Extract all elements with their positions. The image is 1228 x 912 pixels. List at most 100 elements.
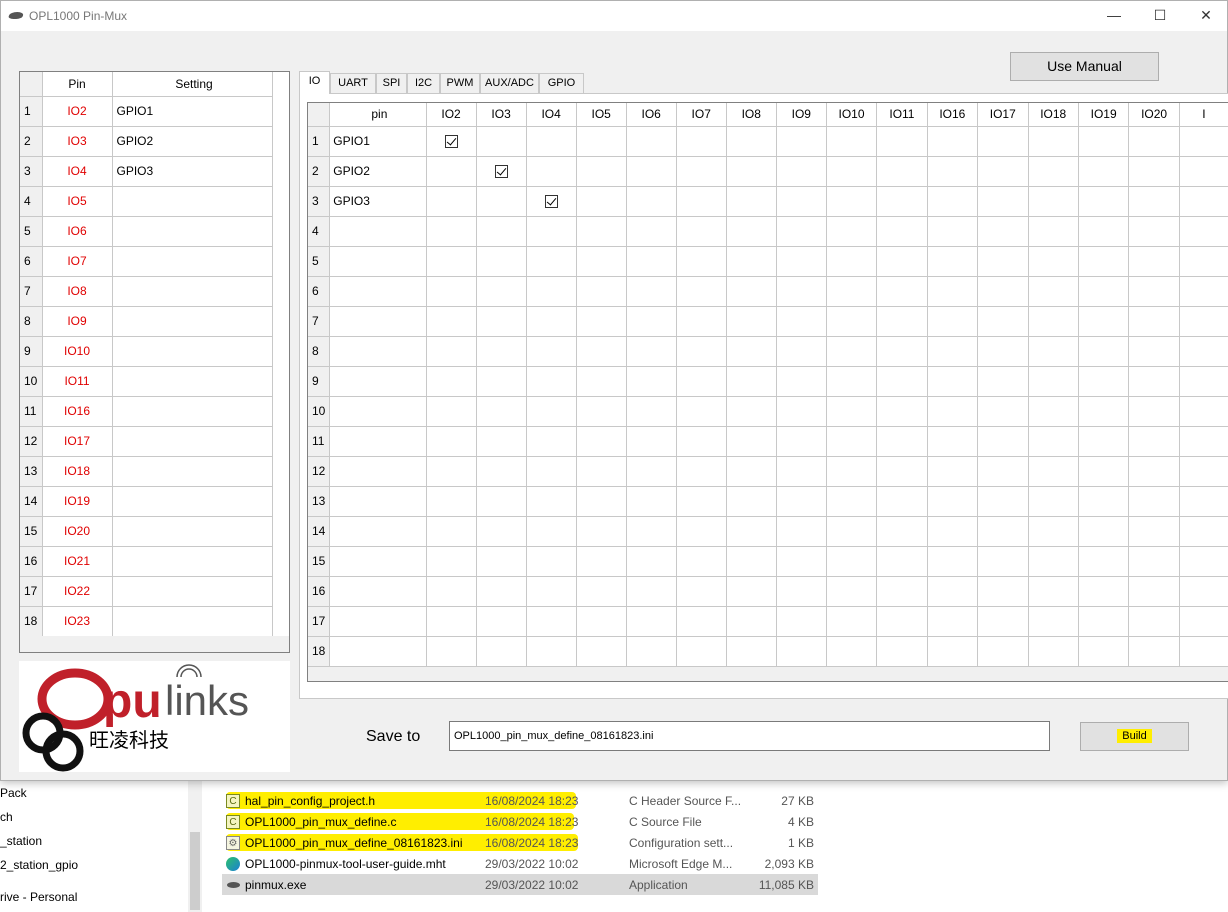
io-cell[interactable] [1078, 276, 1130, 307]
io-cell[interactable] [1179, 336, 1228, 367]
setting-cell[interactable] [112, 396, 273, 427]
pin-column-header[interactable]: pin [329, 103, 427, 127]
io-cell[interactable] [626, 606, 677, 637]
setting-cell[interactable] [112, 366, 273, 397]
io-cell[interactable] [576, 366, 627, 397]
table-row[interactable]: 4 IO5 [20, 186, 273, 217]
pin-cell[interactable]: IO6 [42, 216, 113, 247]
io-cell[interactable] [576, 156, 627, 187]
table-row[interactable]: 18 [308, 636, 1228, 667]
row-number[interactable]: 1 [308, 126, 331, 157]
io-cell[interactable] [1078, 546, 1130, 577]
io-cell[interactable] [1128, 156, 1180, 187]
table-row[interactable]: 7 [308, 306, 1228, 337]
io-cell[interactable] [1078, 246, 1130, 277]
io-cell[interactable] [826, 216, 878, 247]
io-cell[interactable] [726, 636, 777, 667]
table-row[interactable]: 17 IO22 [20, 576, 273, 607]
io-cell[interactable] [1128, 336, 1180, 367]
io-cell[interactable] [526, 576, 577, 607]
table-row[interactable]: 14 IO19 [20, 486, 273, 517]
io-cell[interactable] [526, 156, 577, 187]
io-cell[interactable] [1028, 186, 1079, 217]
io-cell[interactable] [1128, 396, 1180, 427]
io-cell[interactable] [626, 216, 677, 247]
io-cell[interactable] [426, 156, 477, 187]
setting-column-header[interactable]: Setting [112, 72, 273, 97]
table-row[interactable]: 2 GPIO2 [308, 156, 1228, 187]
io-cell[interactable] [626, 426, 677, 457]
pin-cell[interactable]: IO4 [42, 156, 113, 187]
row-number[interactable]: 10 [20, 366, 43, 397]
io-cell[interactable] [726, 396, 777, 427]
pin-cell[interactable]: IO16 [42, 396, 113, 427]
io-column-header[interactable]: IO17 [977, 103, 1029, 127]
row-number[interactable]: 6 [20, 246, 43, 277]
pin-function-cell[interactable]: GPIO3 [329, 186, 427, 217]
io-column-header[interactable]: I [1179, 103, 1228, 127]
io-cell[interactable] [626, 456, 677, 487]
io-cell[interactable] [977, 186, 1029, 217]
io-cell[interactable] [826, 306, 878, 337]
io-cell[interactable] [626, 516, 677, 547]
io-cell[interactable] [726, 456, 777, 487]
io-cell[interactable] [526, 336, 577, 367]
io-cell[interactable] [826, 516, 878, 547]
pin-function-cell[interactable] [329, 366, 427, 397]
io-cell[interactable] [576, 396, 627, 427]
io-cell[interactable] [726, 576, 777, 607]
io-cell[interactable] [476, 546, 527, 577]
io-cell[interactable] [1028, 426, 1079, 457]
io-cell[interactable] [876, 546, 928, 577]
io-cell[interactable] [626, 156, 677, 187]
io-cell[interactable] [676, 516, 727, 547]
io-cell[interactable] [1078, 396, 1130, 427]
io-cell[interactable] [726, 426, 777, 457]
io-cell[interactable] [476, 366, 527, 397]
table-row[interactable]: 11 [308, 426, 1228, 457]
io-cell[interactable] [1028, 156, 1079, 187]
io-cell[interactable] [476, 606, 527, 637]
io-cell[interactable] [626, 576, 677, 607]
row-number[interactable]: 3 [308, 186, 331, 217]
io-cell[interactable] [476, 516, 527, 547]
io-cell[interactable] [676, 576, 727, 607]
row-number[interactable]: 9 [308, 366, 331, 397]
table-row[interactable]: 13 IO18 [20, 456, 273, 487]
io-cell[interactable] [826, 426, 878, 457]
table-row[interactable]: 13 [308, 486, 1228, 517]
row-number[interactable]: 5 [308, 246, 331, 277]
io-cell[interactable] [1078, 336, 1130, 367]
row-number[interactable]: 7 [20, 276, 43, 307]
tab-gpio[interactable]: GPIO [539, 73, 584, 93]
io-cell[interactable] [726, 126, 777, 157]
io-cell[interactable] [426, 636, 477, 667]
pin-cell[interactable]: IO21 [42, 546, 113, 577]
io-cell[interactable] [1028, 336, 1079, 367]
io-cell[interactable] [977, 426, 1029, 457]
pin-cell[interactable]: IO11 [42, 366, 113, 397]
row-number[interactable]: 15 [308, 546, 331, 577]
maximize-button[interactable]: ☐ [1137, 1, 1183, 31]
io-cell[interactable] [1128, 636, 1180, 667]
file-row[interactable]: ⚙ OPL1000_pin_mux_define_08161823.ini 16/0… [222, 832, 818, 853]
tab-io[interactable]: IO [299, 71, 330, 94]
row-number[interactable]: 8 [308, 336, 331, 367]
io-column-header[interactable]: IO3 [476, 103, 527, 127]
io-cell[interactable] [776, 606, 827, 637]
io-cell[interactable] [977, 456, 1029, 487]
setting-cell[interactable] [112, 486, 273, 517]
io-cell[interactable] [476, 396, 527, 427]
io-cell[interactable] [1179, 456, 1228, 487]
io-column-header[interactable]: IO10 [826, 103, 878, 127]
io-cell[interactable] [977, 636, 1029, 667]
io-column-header[interactable]: IO2 [426, 103, 477, 127]
io-cell[interactable] [876, 336, 928, 367]
io-cell[interactable] [927, 126, 979, 157]
io-cell[interactable] [826, 546, 878, 577]
pin-function-cell[interactable] [329, 246, 427, 277]
io-cell[interactable] [1128, 456, 1180, 487]
nav-item[interactable]: rive - Personal [0, 890, 77, 904]
pin-cell[interactable]: IO22 [42, 576, 113, 607]
table-row[interactable]: 7 IO8 [20, 276, 273, 307]
